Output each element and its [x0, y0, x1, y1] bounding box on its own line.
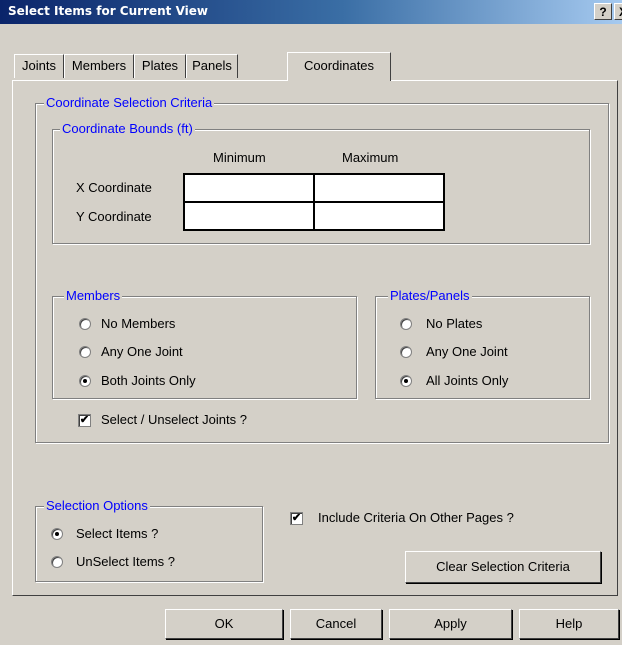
y-max-field[interactable] — [313, 201, 445, 231]
title-bar[interactable]: Select Items for Current View ? X — [0, 0, 622, 24]
ok-button[interactable]: OK — [165, 609, 283, 639]
all-joints-only-radio[interactable] — [400, 375, 412, 387]
cancel-button[interactable]: Cancel — [290, 609, 382, 639]
dialog-window: Select Items for Current View ? X Joints… — [0, 0, 622, 645]
coordinate-bounds-legend: Coordinate Bounds (ft) — [60, 121, 195, 137]
members-group — [52, 296, 357, 399]
select-unselect-joints-label[interactable]: Select / Unselect Joints ? — [101, 412, 247, 428]
both-joints-only-label[interactable]: Both Joints Only — [101, 373, 196, 389]
no-members-radio[interactable] — [79, 318, 91, 330]
x-min-field[interactable] — [183, 173, 315, 203]
x-max-field[interactable] — [313, 173, 445, 203]
plates-panels-legend: Plates/Panels — [388, 288, 472, 304]
select-items-radio[interactable] — [51, 528, 63, 540]
coordinate-selection-legend: Coordinate Selection Criteria — [44, 95, 215, 111]
minimum-header: Minimum — [213, 150, 266, 165]
both-joints-only-radio[interactable] — [79, 375, 91, 387]
unselect-items-label[interactable]: UnSelect Items ? — [76, 554, 175, 570]
select-unselect-joints-checkbox[interactable]: ✔ — [78, 414, 91, 427]
any-one-joint-plates-radio[interactable] — [400, 346, 412, 358]
apply-button[interactable]: Apply — [389, 609, 512, 639]
window-title: Select Items for Current View — [8, 4, 208, 18]
select-items-label[interactable]: Select Items ? — [76, 526, 158, 542]
x-coordinate-label: X Coordinate — [76, 180, 152, 195]
any-one-joint-members-label[interactable]: Any One Joint — [101, 344, 183, 360]
maximum-header: Maximum — [342, 150, 399, 165]
no-plates-radio[interactable] — [400, 318, 412, 330]
clear-selection-criteria-button[interactable]: Clear Selection Criteria — [405, 551, 601, 583]
include-criteria-label[interactable]: Include Criteria On Other Pages ? — [318, 510, 514, 526]
include-criteria-checkbox[interactable]: ✔ — [290, 512, 303, 525]
tab-plates[interactable]: Plates — [134, 54, 186, 78]
help-button[interactable]: Help — [519, 609, 619, 639]
no-plates-label[interactable]: No Plates — [426, 316, 482, 332]
close-icon[interactable]: X — [614, 3, 622, 20]
tab-panels[interactable]: Panels — [186, 54, 238, 78]
members-legend: Members — [64, 288, 123, 304]
tab-members[interactable]: Members — [64, 54, 134, 78]
y-min-field[interactable] — [183, 201, 315, 231]
all-joints-only-label[interactable]: All Joints Only — [426, 373, 508, 389]
unselect-items-radio[interactable] — [51, 556, 63, 568]
any-one-joint-plates-label[interactable]: Any One Joint — [426, 344, 508, 360]
help-icon[interactable]: ? — [594, 3, 612, 20]
selection-options-legend: Selection Options — [44, 498, 150, 514]
no-members-label[interactable]: No Members — [101, 316, 175, 332]
y-coordinate-label: Y Coordinate — [76, 209, 152, 224]
tab-coordinates[interactable]: Coordinates — [287, 52, 391, 81]
selection-options-group — [35, 506, 263, 582]
tab-joints[interactable]: Joints — [14, 54, 64, 78]
any-one-joint-members-radio[interactable] — [79, 346, 91, 358]
